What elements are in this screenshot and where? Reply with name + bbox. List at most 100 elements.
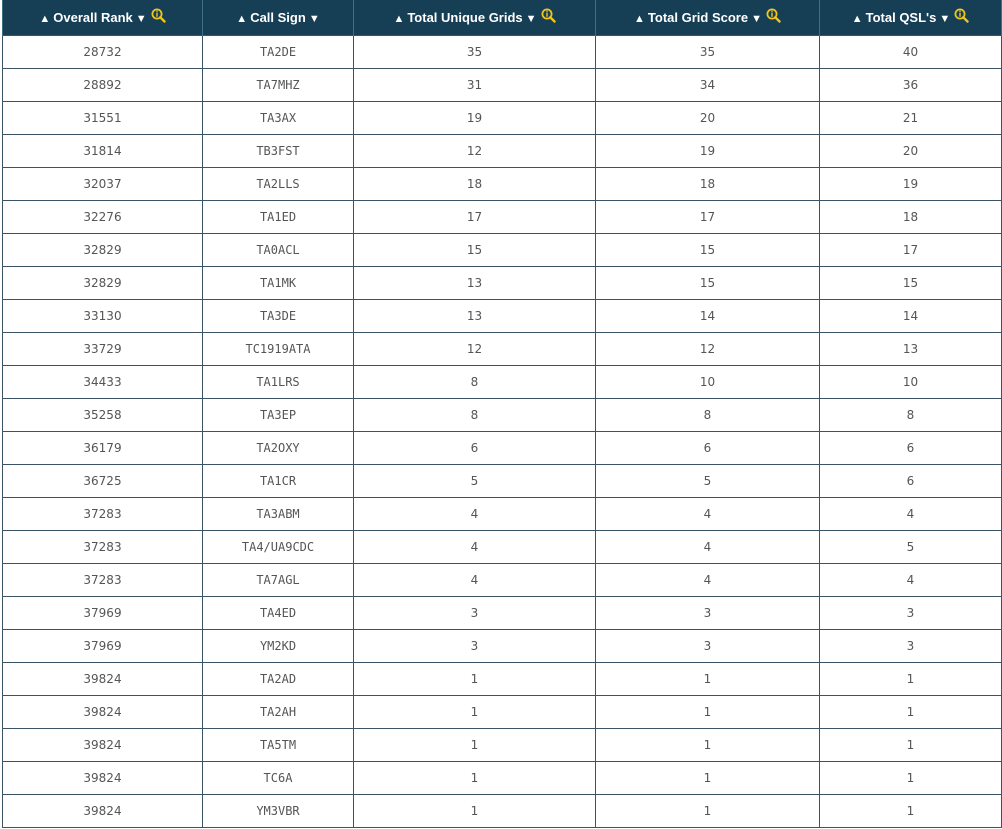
overall-rank-cell: 37969 <box>2 628 203 663</box>
overall-rank-cell: 35258 <box>2 397 203 432</box>
total-grid-score-cell: 12 <box>595 331 820 366</box>
total-unique-grids-cell: 19 <box>353 100 596 135</box>
total-unique-grids-cell: 4 <box>353 496 596 531</box>
total-unique-grids-cell: 4 <box>353 562 596 597</box>
total-grid-score-cell: 14 <box>595 298 820 333</box>
total-qsls-cell: 1 <box>819 694 1002 729</box>
total-qsls-cell: 3 <box>819 595 1002 630</box>
total-unique-grids-cell: 35 <box>353 34 596 69</box>
sort-ascending-icon[interactable]: ▲ <box>852 13 863 25</box>
call-sign-cell: YM3VBR <box>202 793 354 829</box>
call-sign-cell: TA7MHZ <box>202 67 354 102</box>
table-row: 37283 TA3ABM 4 4 4 <box>2 496 1002 531</box>
call-sign-cell: TA5TM <box>202 727 354 762</box>
overall-rank-cell: 37969 <box>2 595 203 630</box>
total-grid-score-cell: 1 <box>595 793 820 829</box>
rankings-table: ▲ Overall Rank ▼ ▲ Call Sign ▼ ▲ Total Unique G… <box>2 0 1002 829</box>
total-unique-grids-cell: 13 <box>353 265 596 300</box>
total-qsls-cell: 36 <box>819 67 1002 102</box>
sort-descending-icon[interactable]: ▼ <box>939 13 950 25</box>
sort-ascending-icon[interactable]: ▲ <box>634 13 645 25</box>
magnifier-info-icon[interactable] <box>954 8 969 26</box>
call-sign-cell: TA1ED <box>202 199 354 234</box>
overall-rank-cell: 39824 <box>2 793 203 829</box>
table-row: 36179 TA2OXY 6 6 6 <box>2 430 1002 465</box>
total-grid-score-cell: 10 <box>595 364 820 399</box>
table-row: 37283 TA7AGL 4 4 4 <box>2 562 1002 597</box>
table-body: 28732 TA2DE 35 35 40 28892 TA7MHZ 31 34 36 31551 TA… <box>2 34 1002 829</box>
call-sign-cell: TA7AGL <box>202 562 354 597</box>
table-row: 28732 TA2DE 35 35 40 <box>2 34 1002 69</box>
sort-ascending-icon[interactable]: ▲ <box>393 13 404 25</box>
call-sign-cell: TC1919ATA <box>202 331 354 366</box>
overall-rank-cell: 39824 <box>2 760 203 795</box>
total-unique-grids-cell: 3 <box>353 595 596 630</box>
table-row: 32276 TA1ED 17 17 18 <box>2 199 1002 234</box>
total-qsls-cell: 1 <box>819 760 1002 795</box>
total-qsls-cell: 5 <box>819 529 1002 564</box>
sort-descending-icon[interactable]: ▼ <box>136 13 147 25</box>
overall-rank-cell: 32037 <box>2 166 203 201</box>
total-unique-grids-cell: 1 <box>353 793 596 829</box>
total-grid-score-cell: 15 <box>595 265 820 300</box>
call-sign-cell: TA3ABM <box>202 496 354 531</box>
overall-rank-cell: 28892 <box>2 67 203 102</box>
total-unique-grids-cell: 1 <box>353 727 596 762</box>
table-row: 37969 YM2KD 3 3 3 <box>2 628 1002 663</box>
total-unique-grids-cell: 13 <box>353 298 596 333</box>
total-qsls-cell: 3 <box>819 628 1002 663</box>
call-sign-cell: TA0ACL <box>202 232 354 267</box>
sort-descending-icon[interactable]: ▼ <box>526 13 537 25</box>
total-qsls-cell: 8 <box>819 397 1002 432</box>
total-unique-grids-cell: 1 <box>353 694 596 729</box>
overall-rank-cell: 28732 <box>2 34 203 69</box>
table-row: 39824 YM3VBR 1 1 1 <box>2 793 1002 829</box>
total-grid-score-cell: 17 <box>595 199 820 234</box>
total-grid-score-cell: 6 <box>595 430 820 465</box>
table-row: 28892 TA7MHZ 31 34 36 <box>2 67 1002 102</box>
table-row: 32829 TA1MK 13 15 15 <box>2 265 1002 300</box>
sort-descending-icon[interactable]: ▼ <box>751 13 762 25</box>
magnifier-info-icon[interactable] <box>766 8 781 26</box>
total-qsls-cell: 20 <box>819 133 1002 168</box>
call-sign-cell: YM2KD <box>202 628 354 663</box>
sort-ascending-icon[interactable]: ▲ <box>39 13 50 25</box>
call-sign-cell: TA2LLS <box>202 166 354 201</box>
total-unique-grids-cell: 18 <box>353 166 596 201</box>
sort-descending-icon[interactable]: ▼ <box>309 13 320 25</box>
total-qsls-cell: 1 <box>819 661 1002 696</box>
overall-rank-cell: 33729 <box>2 331 203 366</box>
call-sign-cell: TA3AX <box>202 100 354 135</box>
table-row: 35258 TA3EP 8 8 8 <box>2 397 1002 432</box>
total-grid-score-cell: 4 <box>595 529 820 564</box>
overall-rank-cell: 33130 <box>2 298 203 333</box>
total-qsls-cell: 1 <box>819 727 1002 762</box>
total-qsls-cell: 6 <box>819 430 1002 465</box>
call-sign-cell: TA1CR <box>202 463 354 498</box>
total-unique-grids-cell: 31 <box>353 67 596 102</box>
total-unique-grids-cell: 8 <box>353 364 596 399</box>
sort-ascending-icon[interactable]: ▲ <box>236 13 247 25</box>
total-unique-grids-cell: 6 <box>353 430 596 465</box>
column-label: Total Unique Grids <box>407 10 523 26</box>
total-grid-score-cell: 1 <box>595 760 820 795</box>
total-unique-grids-cell: 5 <box>353 463 596 498</box>
column-label: Total Grid Score <box>647 10 749 26</box>
total-unique-grids-cell: 17 <box>353 199 596 234</box>
overall-rank-cell: 36725 <box>2 463 203 498</box>
overall-rank-cell: 32276 <box>2 199 203 234</box>
total-qsls-cell: 17 <box>819 232 1002 267</box>
table-row: 33729 TC1919ATA 12 12 13 <box>2 331 1002 366</box>
table-row: 31814 TB3FST 12 19 20 <box>2 133 1002 168</box>
call-sign-cell: TA2AH <box>202 694 354 729</box>
total-qsls-cell: 4 <box>819 562 1002 597</box>
overall-rank-cell: 34433 <box>2 364 203 399</box>
total-grid-score-cell: 34 <box>595 67 820 102</box>
total-grid-score-cell: 8 <box>595 397 820 432</box>
overall-rank-cell: 31814 <box>2 133 203 168</box>
total-grid-score-cell: 3 <box>595 595 820 630</box>
magnifier-info-icon[interactable] <box>151 8 166 26</box>
overall-rank-cell: 32829 <box>2 265 203 300</box>
magnifier-info-icon[interactable] <box>541 8 556 26</box>
total-unique-grids-cell: 12 <box>353 133 596 168</box>
